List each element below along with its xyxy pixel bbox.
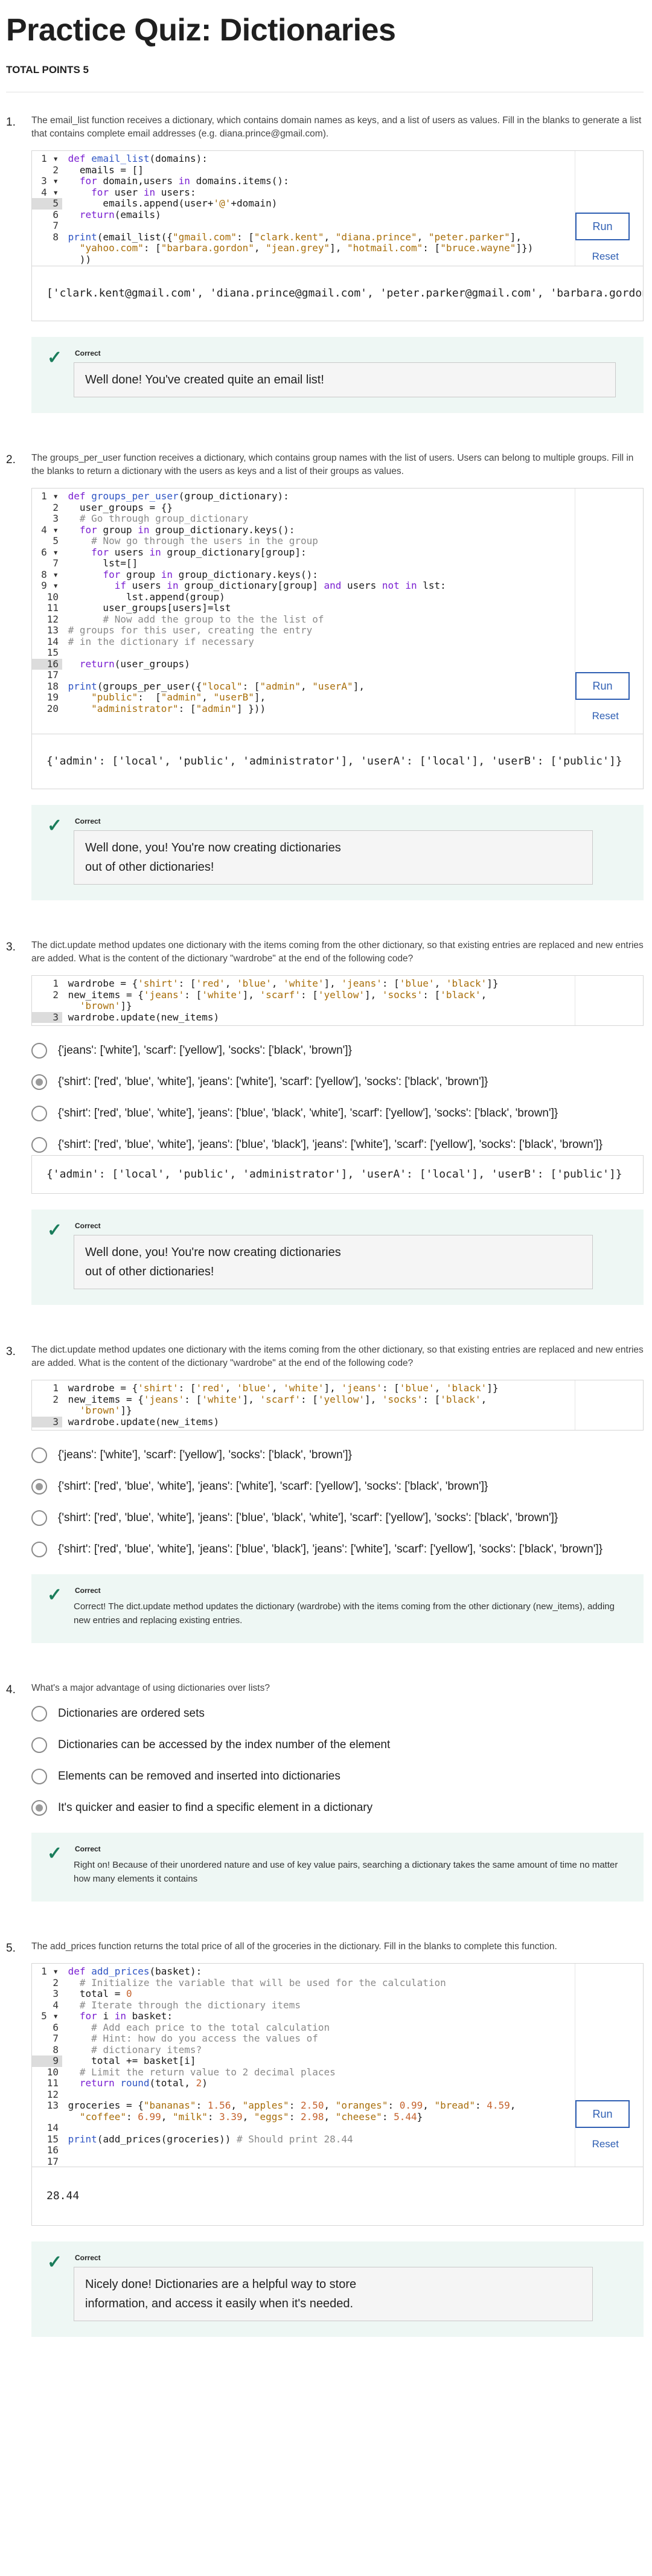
radio-button[interactable]: [31, 1769, 47, 1784]
question-number: 3.: [6, 1345, 16, 1358]
total-points: TOTAL POINTS 5: [6, 64, 89, 75]
correct-label: Correct: [75, 1845, 101, 1853]
question-number: 5.: [6, 1942, 16, 1955]
feedback-panel: ✓ Correct Well done! You've created quit…: [31, 337, 644, 413]
run-panel: [575, 976, 643, 1025]
checkmark-icon: ✓: [47, 1585, 63, 1605]
correct-label: Correct: [75, 817, 101, 825]
radio-button[interactable]: [31, 1542, 47, 1557]
radio-button[interactable]: [31, 1074, 47, 1090]
question-number: 1.: [6, 116, 16, 129]
question-number: 4.: [6, 1684, 16, 1696]
checkmark-icon: ✓: [47, 348, 63, 368]
feedback-message: Well done, you! You're now creating dict…: [74, 830, 593, 885]
radio-button[interactable]: [31, 1137, 47, 1153]
question-1: 1. The email_list function receives a di…: [6, 114, 644, 413]
answer-option[interactable]: {'shirt': ['red', 'blue', 'white'], 'jea…: [31, 1540, 644, 1559]
question-prompt: The dict.update method updates one dicti…: [31, 940, 644, 964]
question-number: 2.: [6, 453, 16, 466]
code-editor[interactable]: 1 wardrobe = {'shirt': ['red', 'blue', '…: [31, 1380, 644, 1431]
code-editor[interactable]: 1 ▾ def groups_per_user(group_dictionary…: [31, 488, 644, 734]
run-panel: Run Reset: [575, 489, 643, 734]
answer-option[interactable]: {'shirt': ['red', 'blue', 'white'], 'jea…: [31, 1478, 644, 1496]
question-3a: 3. The dict.update method updates one di…: [6, 939, 644, 1305]
question-4: 4. What's a major advantage of using dic…: [6, 1682, 644, 1902]
checkmark-icon: ✓: [47, 1220, 63, 1240]
answer-option[interactable]: {'shirt': ['red', 'blue', 'white'], 'jea…: [31, 1509, 644, 1527]
question-prompt: What's a major advantage of using dictio…: [31, 1683, 270, 1693]
question-3b: 3. The dict.update method updates one di…: [6, 1344, 644, 1643]
feedback-panel: ✓ Correct Well done, you! You're now cre…: [31, 805, 644, 900]
radio-button[interactable]: [31, 1106, 47, 1121]
reset-link[interactable]: Reset: [592, 251, 619, 263]
code-output: 28.44: [31, 2167, 644, 2226]
code-output: {'admin': ['local', 'public', 'administr…: [31, 734, 644, 789]
question-prompt: The email_list function receives a dicti…: [31, 115, 642, 139]
radio-button[interactable]: [31, 1510, 47, 1526]
answer-option[interactable]: {'shirt': ['red', 'blue', 'white'], 'jea…: [31, 1136, 644, 1154]
radio-button[interactable]: [31, 1737, 47, 1753]
feedback-panel: ✓ Correct Correct! The dict.update metho…: [31, 1574, 644, 1643]
run-panel: Run Reset: [575, 1964, 643, 2167]
radio-button[interactable]: [31, 1706, 47, 1722]
code-editor[interactable]: 1 wardrobe = {'shirt': ['red', 'blue', '…: [31, 975, 644, 1026]
code-editor[interactable]: 1 ▾ def add_prices(basket): 2 # Initiali…: [31, 1963, 644, 2167]
feedback-message: Right on! Because of their unordered nat…: [74, 1860, 618, 1884]
answer-options: {'jeans': ['white'], 'scarf': ['yellow']…: [31, 1446, 644, 1559]
radio-button[interactable]: [31, 1043, 47, 1059]
answer-option[interactable]: {'shirt': ['red', 'blue', 'white'], 'jea…: [31, 1104, 644, 1123]
feedback-message: Nicely done! Dictionaries are a helpful …: [74, 2267, 593, 2321]
question-5: 5. The add_prices function returns the t…: [6, 1940, 644, 2337]
answer-options: {'jeans': ['white'], 'scarf': ['yellow']…: [31, 1042, 644, 1154]
run-button[interactable]: Run: [575, 672, 630, 700]
page-title: Practice Quiz: Dictionaries: [6, 13, 396, 48]
code-editor[interactable]: 1 ▾ def email_list(domains): 2 emails = …: [31, 150, 644, 266]
radio-button[interactable]: [31, 1800, 47, 1816]
code-output: ['clark.kent@gmail.com', 'diana.prince@g…: [31, 266, 644, 321]
correct-label: Correct: [75, 1586, 101, 1595]
feedback-panel: ✓ Correct Well done, you! You're now cre…: [31, 1210, 644, 1305]
run-panel: [575, 1380, 643, 1430]
run-button[interactable]: Run: [575, 2100, 630, 2128]
feedback-panel: ✓ Correct Right on! Because of their uno…: [31, 1833, 644, 1902]
answer-options: Dictionaries are ordered sets Dictionari…: [31, 1705, 644, 1817]
feedback-message: Correct! The dict.update method updates …: [74, 1601, 615, 1626]
answer-option[interactable]: {'jeans': ['white'], 'scarf': ['yellow']…: [31, 1042, 644, 1060]
run-button[interactable]: Run: [575, 213, 630, 240]
feedback-message: Well done! You've created quite an email…: [74, 362, 616, 397]
question-prompt: The add_prices function returns the tota…: [31, 1941, 557, 1952]
question-prompt: The dict.update method updates one dicti…: [31, 1345, 644, 1368]
correct-label: Correct: [75, 1222, 101, 1230]
reset-link[interactable]: Reset: [592, 2138, 619, 2150]
checkmark-icon: ✓: [47, 816, 63, 836]
answer-option[interactable]: {'shirt': ['red', 'blue', 'white'], 'jea…: [31, 1073, 644, 1091]
answer-option[interactable]: Elements can be removed and inserted int…: [31, 1767, 644, 1786]
run-panel: Run Reset: [575, 151, 643, 266]
question-2: 2. The groups_per_user function receives…: [6, 452, 644, 900]
answer-option[interactable]: Dictionaries can be accessed by the inde…: [31, 1736, 644, 1754]
reset-link[interactable]: Reset: [592, 710, 619, 722]
feedback-message: Well done, you! You're now creating dict…: [74, 1235, 593, 1289]
correct-label: Correct: [75, 2254, 101, 2262]
feedback-panel: ✓ Correct Nicely done! Dictionaries are …: [31, 2241, 644, 2337]
answer-option[interactable]: Dictionaries are ordered sets: [31, 1705, 644, 1723]
code-output: {'admin': ['local', 'public', 'administr…: [31, 1155, 644, 1194]
radio-button[interactable]: [31, 1447, 47, 1463]
answer-option[interactable]: It's quicker and easier to find a specif…: [31, 1799, 644, 1817]
question-prompt: The groups_per_user function receives a …: [31, 453, 634, 476]
checkmark-icon: ✓: [47, 1844, 63, 1863]
radio-button[interactable]: [31, 1479, 47, 1495]
correct-label: Correct: [75, 349, 101, 357]
answer-option[interactable]: {'jeans': ['white'], 'scarf': ['yellow']…: [31, 1446, 644, 1464]
question-number: 3.: [6, 941, 16, 953]
checkmark-icon: ✓: [47, 2252, 63, 2272]
quiz-page: Practice Quiz: Dictionaries TOTAL POINTS…: [0, 0, 652, 2373]
